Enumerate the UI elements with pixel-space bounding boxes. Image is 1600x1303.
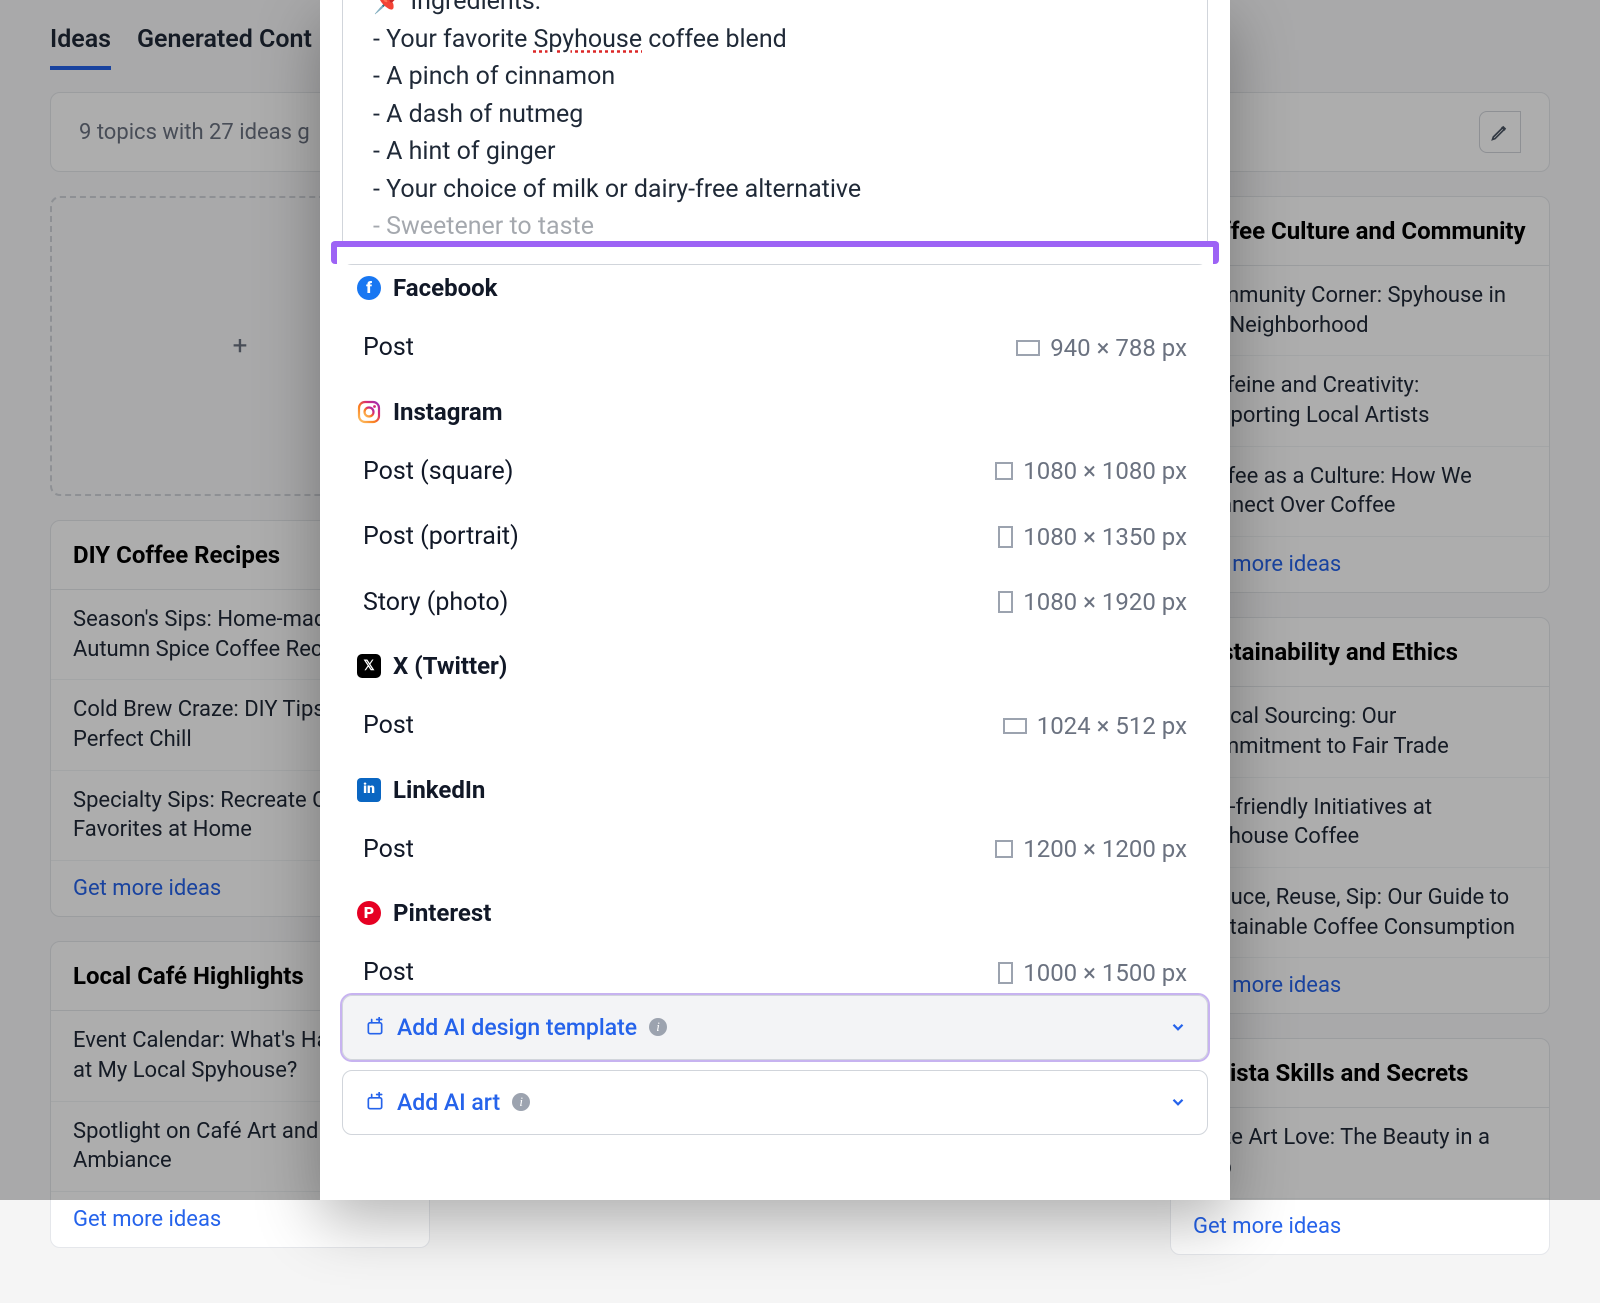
ingredient-line: - A pinch of cinnamon: [373, 58, 1177, 96]
platform-name: Facebook: [393, 270, 498, 306]
size-option-dimensions: 1080 × 1920 px: [998, 584, 1187, 620]
ingredient-line: - Your favorite Spyhouse coffee blend: [373, 21, 1177, 59]
size-option[interactable]: Post 1200 × 1200 px: [353, 817, 1197, 883]
chevron-down-icon: [1169, 1093, 1187, 1111]
info-icon[interactable]: i: [649, 1018, 667, 1036]
post-text-editor[interactable]: 📌 Ingredients: - Your favorite Spyhouse …: [342, 0, 1208, 265]
size-option-label: Post: [363, 329, 414, 367]
aspect-icon: [995, 840, 1013, 858]
ingredient-line: - Your choice of milk or dairy-free alte…: [373, 171, 1177, 209]
size-option[interactable]: Post (square) 1080 × 1080 px: [353, 439, 1197, 505]
add-template-label: Add AI design template: [397, 1014, 637, 1041]
add-art-label: Add AI art: [397, 1089, 500, 1116]
size-option-dimensions: 1080 × 1350 px: [998, 519, 1187, 555]
get-more-ideas-link[interactable]: Get more ideas: [1171, 1199, 1549, 1254]
platform-name: Instagram: [393, 394, 503, 430]
size-option-label: Post (portrait): [363, 518, 519, 556]
platform-name: LinkedIn: [393, 772, 485, 808]
aspect-icon: [998, 526, 1013, 548]
size-option-label: Post: [363, 707, 414, 745]
platform-header-fb: fFacebook: [353, 257, 1197, 315]
platform-name: Pinterest: [393, 895, 491, 931]
platform-header-li: inLinkedIn: [353, 759, 1197, 817]
size-option-label: Post (square): [363, 453, 513, 491]
size-option[interactable]: Post 940 × 788 px: [353, 315, 1197, 381]
get-more-ideas-link[interactable]: Get more ideas: [51, 1192, 429, 1247]
info-icon[interactable]: i: [512, 1093, 530, 1111]
ingredient-line: - A dash of nutmeg: [373, 96, 1177, 134]
aspect-icon: [998, 962, 1013, 984]
size-option-label: Post: [363, 831, 414, 869]
add-ai-design-template-button[interactable]: Add AI design template i: [342, 995, 1208, 1060]
size-option-dimensions: 1080 × 1080 px: [995, 453, 1187, 489]
size-option-label: Post: [363, 954, 414, 992]
ingredients-label: Ingredients:: [410, 0, 541, 16]
image-size-picker: fFacebookPost940 × 788 pxInstagramPost (…: [331, 241, 1219, 264]
add-image-icon: [365, 1092, 385, 1112]
size-option[interactable]: Post (portrait) 1080 × 1350 px: [353, 504, 1197, 570]
aspect-icon: [1016, 340, 1040, 356]
aspect-icon: [995, 462, 1013, 480]
platform-header-x: 𝕏X (Twitter): [353, 635, 1197, 693]
size-option-label: Story (photo): [363, 584, 508, 622]
size-option-dimensions: 1200 × 1200 px: [995, 831, 1187, 867]
platform-header-pin: PPinterest: [353, 882, 1197, 940]
ingredient-line: - A hint of ginger: [373, 133, 1177, 171]
size-option-dimensions: 1000 × 1500 px: [998, 955, 1187, 991]
ingredient-line: - Sweetener to taste: [373, 208, 1177, 246]
post-editor-modal: 📌 Ingredients: - Your favorite Spyhouse …: [320, 0, 1230, 1200]
chevron-down-icon: [1169, 1018, 1187, 1036]
platform-header-ig: Instagram: [353, 381, 1197, 439]
add-ai-art-button[interactable]: Add AI art i: [342, 1070, 1208, 1135]
platform-name: X (Twitter): [393, 648, 507, 684]
size-option[interactable]: Post 1024 × 512 px: [353, 693, 1197, 759]
aspect-icon: [998, 591, 1013, 613]
size-option-dimensions: 1024 × 512 px: [1003, 708, 1187, 744]
aspect-icon: [1003, 718, 1027, 734]
size-option-dimensions: 940 × 788 px: [1016, 330, 1187, 366]
size-option[interactable]: Story (photo) 1080 × 1920 px: [353, 570, 1197, 636]
add-image-icon: [365, 1017, 385, 1037]
